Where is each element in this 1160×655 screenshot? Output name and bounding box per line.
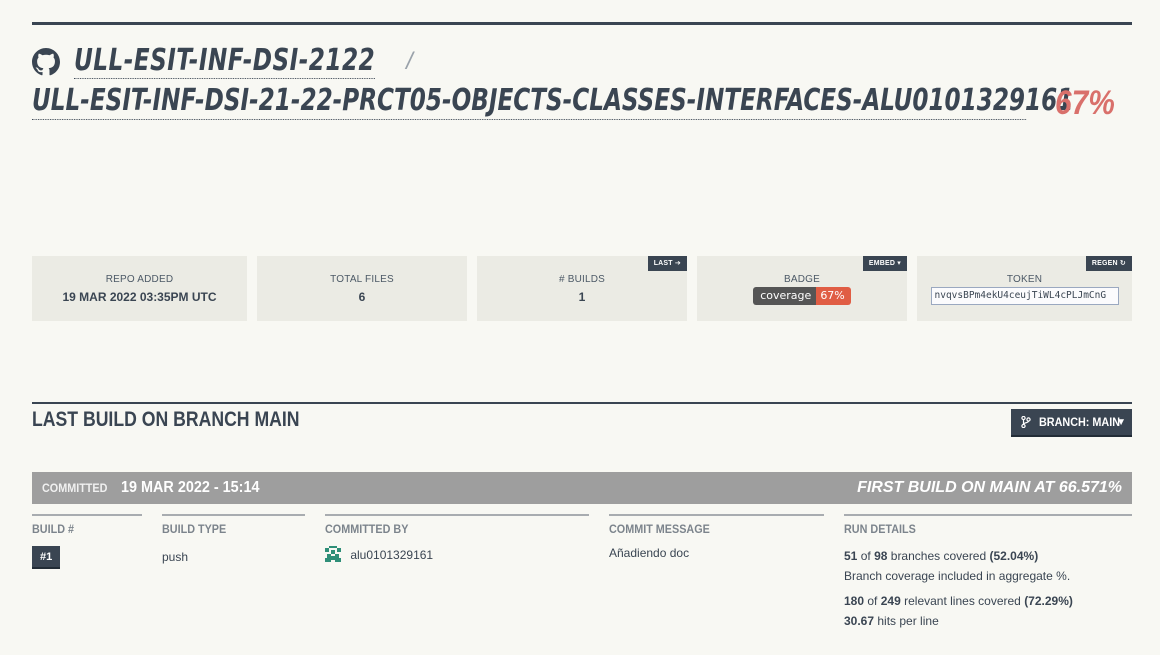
last-label: LAST (653, 260, 673, 267)
code-branch-icon (1021, 416, 1031, 428)
title-line-repo: ULL-ESIT-INF-DSI-21-22-PRCT05-OBJECTS-CL… (32, 83, 1073, 120)
col-head: BUILD TYPE (162, 522, 227, 536)
commit-bar: COMMITTED 19 MAR 2022 - 15:14 FIRST BUIL… (32, 472, 1132, 504)
regen-label: REGEN (1091, 260, 1118, 267)
branch-coverage-note: Branch coverage included in aggregate %. (844, 569, 1071, 583)
stat-label: REPO ADDED (105, 274, 174, 285)
embed-button[interactable]: EMBED ▾ (862, 256, 907, 271)
coverage-percentage: 67% (1055, 84, 1115, 122)
title-separator: / (406, 47, 413, 75)
stat-value: 19 MAR 2022 03:35PM UTC (62, 290, 217, 304)
arrow-circle-right-icon: ➔ (674, 260, 681, 267)
org-link[interactable]: ULL-ESIT-INF-DSI-2122 (74, 44, 376, 79)
col-head: RUN DETAILS (844, 522, 916, 536)
stat-badge: EMBED ▾ BADGE coverage 67% (697, 256, 907, 321)
stat-token: REGEN ↻ TOKEN nvqvsBPm4ekU4ceujTiWL4cPLJ… (917, 256, 1132, 321)
last-build-button[interactable]: LAST ➔ (647, 256, 687, 271)
stat-builds: LAST ➔ # BUILDS 1 (477, 256, 687, 321)
build-type: push (162, 550, 189, 564)
first-build-summary: FIRST BUILD ON MAIN AT 66.571% (857, 479, 1122, 496)
col-commit-message: COMMIT MESSAGE Añadiendo doc (609, 514, 824, 560)
stat-label: BADGE (783, 274, 820, 285)
github-icon (32, 47, 60, 75)
badge-left: coverage (753, 287, 817, 305)
commit-message: Añadiendo doc (609, 546, 690, 560)
stat-label: TOTAL FILES (330, 274, 394, 285)
caret-down-icon: ▼ (1116, 416, 1126, 428)
stat-total-files: TOTAL FILES 6 (257, 256, 467, 321)
stat-label: TOKEN (1006, 274, 1043, 285)
repo-link[interactable]: ULL-ESIT-INF-DSI-21-22-PRCT05-OBJECTS-CL… (32, 83, 1073, 120)
committer-name: alu0101329161 (350, 548, 434, 562)
committer[interactable]: alu0101329161 (325, 546, 589, 562)
col-build-number: BUILD # #1 (32, 514, 142, 569)
branches-covered-line: 51 of 98 branches covered (52.04%) (844, 549, 1039, 563)
committed-date: 19 MAR 2022 - 15:14 (120, 479, 260, 496)
token-field[interactable]: nvqvsBPm4ekU4ceujTiWL4cPLJmCnG (930, 287, 1119, 305)
stat-value: 6 (358, 290, 366, 304)
lines-covered-line: 180 of 249 relevant lines covered (72.29… (844, 594, 1073, 608)
section-title: LAST BUILD ON BRANCH MAIN (32, 408, 300, 431)
coverage-badge: coverage 67% (753, 287, 851, 305)
badge-right: 67% (816, 287, 851, 305)
regen-button[interactable]: REGEN ↻ (1085, 256, 1132, 271)
top-rule (32, 22, 1132, 25)
avatar (325, 546, 341, 562)
branch-label: BRANCH: MAIN (1039, 415, 1120, 429)
col-head: BUILD # (32, 522, 75, 536)
refresh-icon: ↻ (1119, 260, 1126, 267)
title-line-org: ULL-ESIT-INF-DSI-2122 / (32, 44, 413, 79)
committed-label: COMMITTED (42, 481, 108, 495)
stat-label: # BUILDS (558, 274, 606, 285)
col-head: COMMIT MESSAGE (609, 522, 710, 536)
col-committed-by: COMMITTED BY alu0101329161 (325, 514, 589, 562)
col-head: COMMITTED BY (325, 522, 409, 536)
col-run-details: RUN DETAILS 51 of 98 branches covered (5… (844, 514, 1132, 628)
col-build-type: BUILD TYPE push (162, 514, 305, 564)
branch-dropdown-button[interactable]: BRANCH: MAIN ▼ (1011, 409, 1132, 437)
stat-value: 1 (578, 290, 586, 304)
hits-per-line: 30.67 hits per line (844, 614, 939, 628)
section-rule (32, 402, 1132, 404)
stat-repo-added: REPO ADDED 19 MAR 2022 03:35PM UTC (32, 256, 247, 321)
build-number-link[interactable]: #1 (32, 546, 61, 569)
